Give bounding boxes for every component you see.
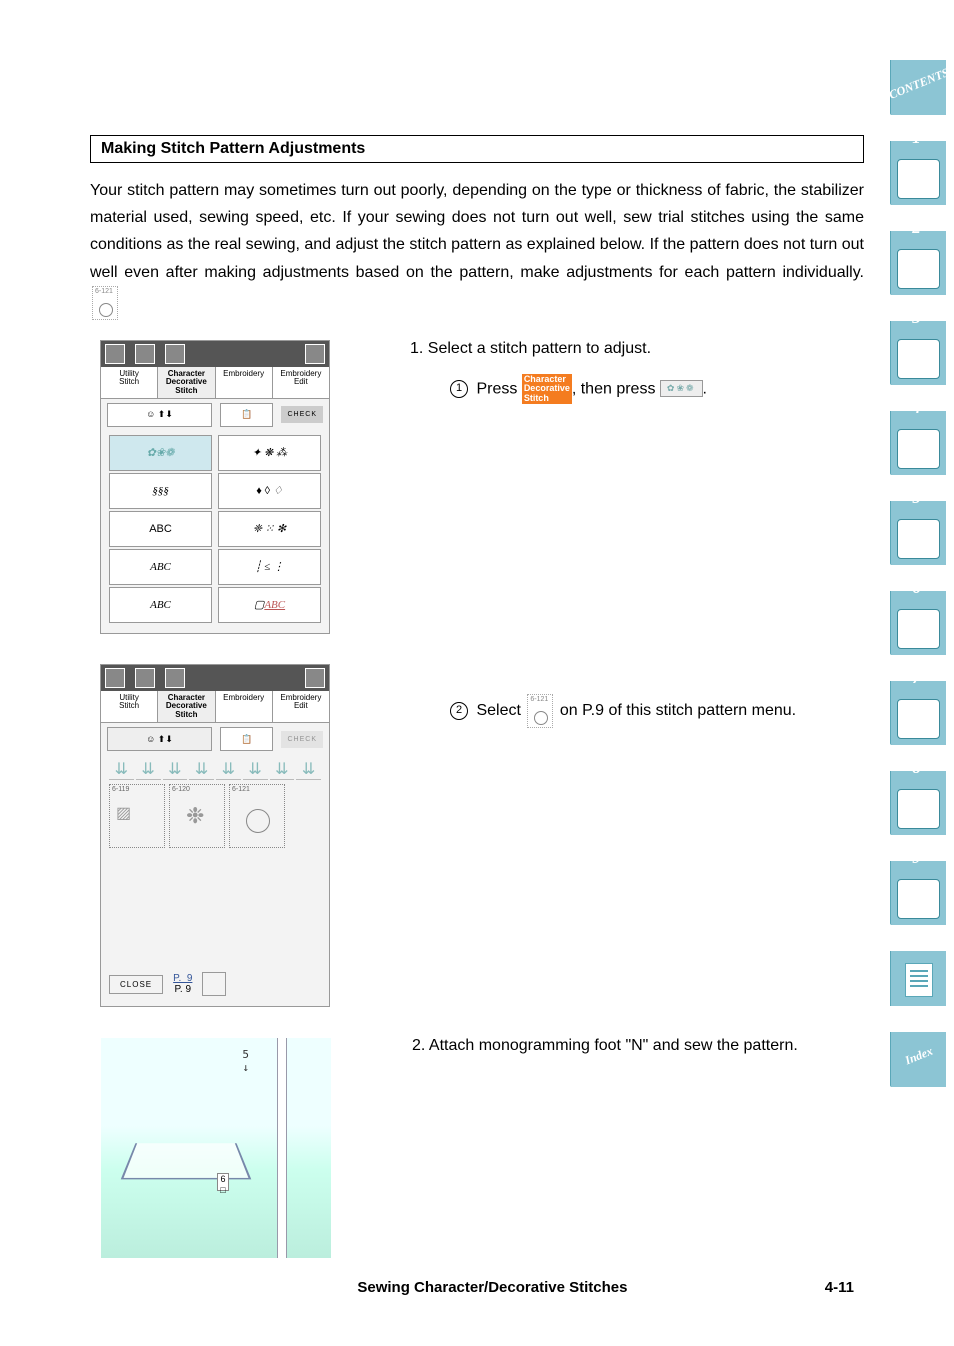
tab-chapter-7[interactable]: 7 —	[890, 681, 946, 745]
tab-chapter-1[interactable]: 1 —	[890, 141, 946, 205]
tab-chapter-3[interactable]: 3 —	[890, 321, 946, 385]
select-stitch-icon: 6-121	[527, 694, 553, 728]
step-2: 2. Attach monogramming foot "N" and sew …	[412, 1037, 864, 1055]
s2-check-button: CHECK	[281, 731, 323, 748]
pattern-deco-4[interactable]: ┊ ≤ ⋮	[218, 549, 321, 585]
page-indicator: P. 9P. 9	[173, 973, 192, 995]
pattern-deco-1[interactable]: ✿❀❁	[109, 435, 212, 471]
step-1: 1. Select a stitch pattern to adjust.	[410, 340, 864, 358]
tab-char-dec[interactable]: Character Decorative Stitch	[158, 367, 215, 398]
pattern-abc-3[interactable]: ABC	[109, 587, 212, 623]
pattern-deco-3[interactable]: ❈ ⁙ ✻	[218, 511, 321, 547]
tab-index[interactable]: Index	[890, 1032, 946, 1087]
pattern-deco-5[interactable]: ▢ ABC	[218, 587, 321, 623]
pattern-6-120[interactable]: 6-120 ❉	[169, 784, 225, 848]
pattern-abc-1[interactable]: ABC	[109, 511, 212, 547]
tab-chapter-9[interactable]: 9 —	[890, 861, 946, 925]
step-1b-text: , then press	[572, 380, 656, 397]
tab-embroidery-edit[interactable]: Embroidery Edit	[273, 367, 329, 398]
inline-stitch-icon: 6-121	[92, 286, 118, 320]
substep-2-marker: 2	[450, 702, 468, 720]
tab-chapter-4[interactable]: 4 —	[890, 411, 946, 475]
s2-tab-embroidery-edit[interactable]: Embroidery Edit	[273, 691, 329, 722]
tab-embroidery[interactable]: Embroidery	[216, 367, 273, 398]
close-button[interactable]: CLOSE	[109, 975, 163, 994]
six-box-label: 6 □	[217, 1173, 229, 1191]
tab-contents[interactable]: CONTENTS	[890, 60, 946, 115]
step-2a-text: Select	[476, 702, 520, 719]
substep-1-marker: 1	[450, 380, 468, 398]
tab-appendix[interactable]	[890, 951, 946, 1006]
footer-page-number: 4-11	[825, 1279, 854, 1296]
pattern-scroll-1[interactable]: §§§	[109, 473, 212, 509]
step-1c-text: .	[703, 380, 707, 397]
pattern-scroll-2[interactable]: ♦ ◊ ♢	[218, 473, 321, 509]
page-footer: Sewing Character/Decorative Stitches 4-1…	[0, 1279, 954, 1296]
screen-1-menu: Utility Stitch Character Decorative Stit…	[100, 340, 330, 634]
char-dec-button[interactable]: Character Decorative Stitch	[522, 374, 572, 404]
s2-tab-embroidery[interactable]: Embroidery	[216, 691, 273, 722]
s2-tab-utility[interactable]: Utility Stitch	[101, 691, 158, 722]
pattern-deco-2[interactable]: ✦ ❋ ⁂	[218, 435, 321, 471]
inline-icon-label: 6-121	[95, 288, 113, 295]
intro-text: Your stitch pattern may sometimes turn o…	[90, 182, 864, 281]
tab-chapter-8[interactable]: 8 —	[890, 771, 946, 835]
pattern-6-121[interactable]: 6-121	[229, 784, 285, 848]
tab-chapter-2[interactable]: 2 —	[890, 231, 946, 295]
s2-tab-char-dec[interactable]: Character Decorative Stitch	[158, 691, 215, 722]
sewing-illustration: 5 ↓ 6 □	[100, 1037, 332, 1259]
step-2b-text: on P.9 of this stitch pattern menu.	[560, 702, 796, 719]
sidebar-nav: CONTENTS 1 — 2 — 3 — 4 — 5 — 6 — 7 — 8 —…	[890, 60, 954, 1113]
deco-pattern-button[interactable]: ✿❀❁	[660, 380, 703, 397]
tab-chapter-6[interactable]: 6 —	[890, 591, 946, 655]
page-flip-icon[interactable]	[202, 972, 226, 996]
footer-title: Sewing Character/Decorative Stitches	[160, 1279, 825, 1296]
arrow-5-label: 5 ↓	[242, 1048, 249, 1074]
pattern-6-119[interactable]: 6-119 ▨	[109, 784, 165, 848]
tab-utility[interactable]: Utility Stitch	[101, 367, 158, 398]
section-header: Making Stitch Pattern Adjustments	[90, 135, 864, 163]
pattern-abc-2[interactable]: ABC	[109, 549, 212, 585]
intro-paragraph: Your stitch pattern may sometimes turn o…	[90, 177, 864, 320]
tab-chapter-5[interactable]: 5 —	[890, 501, 946, 565]
screen-2-page9: Utility Stitch Character Decorative Stit…	[100, 664, 330, 1007]
check-button[interactable]: CHECK	[281, 406, 323, 423]
step-1a-text: Press	[476, 380, 517, 397]
